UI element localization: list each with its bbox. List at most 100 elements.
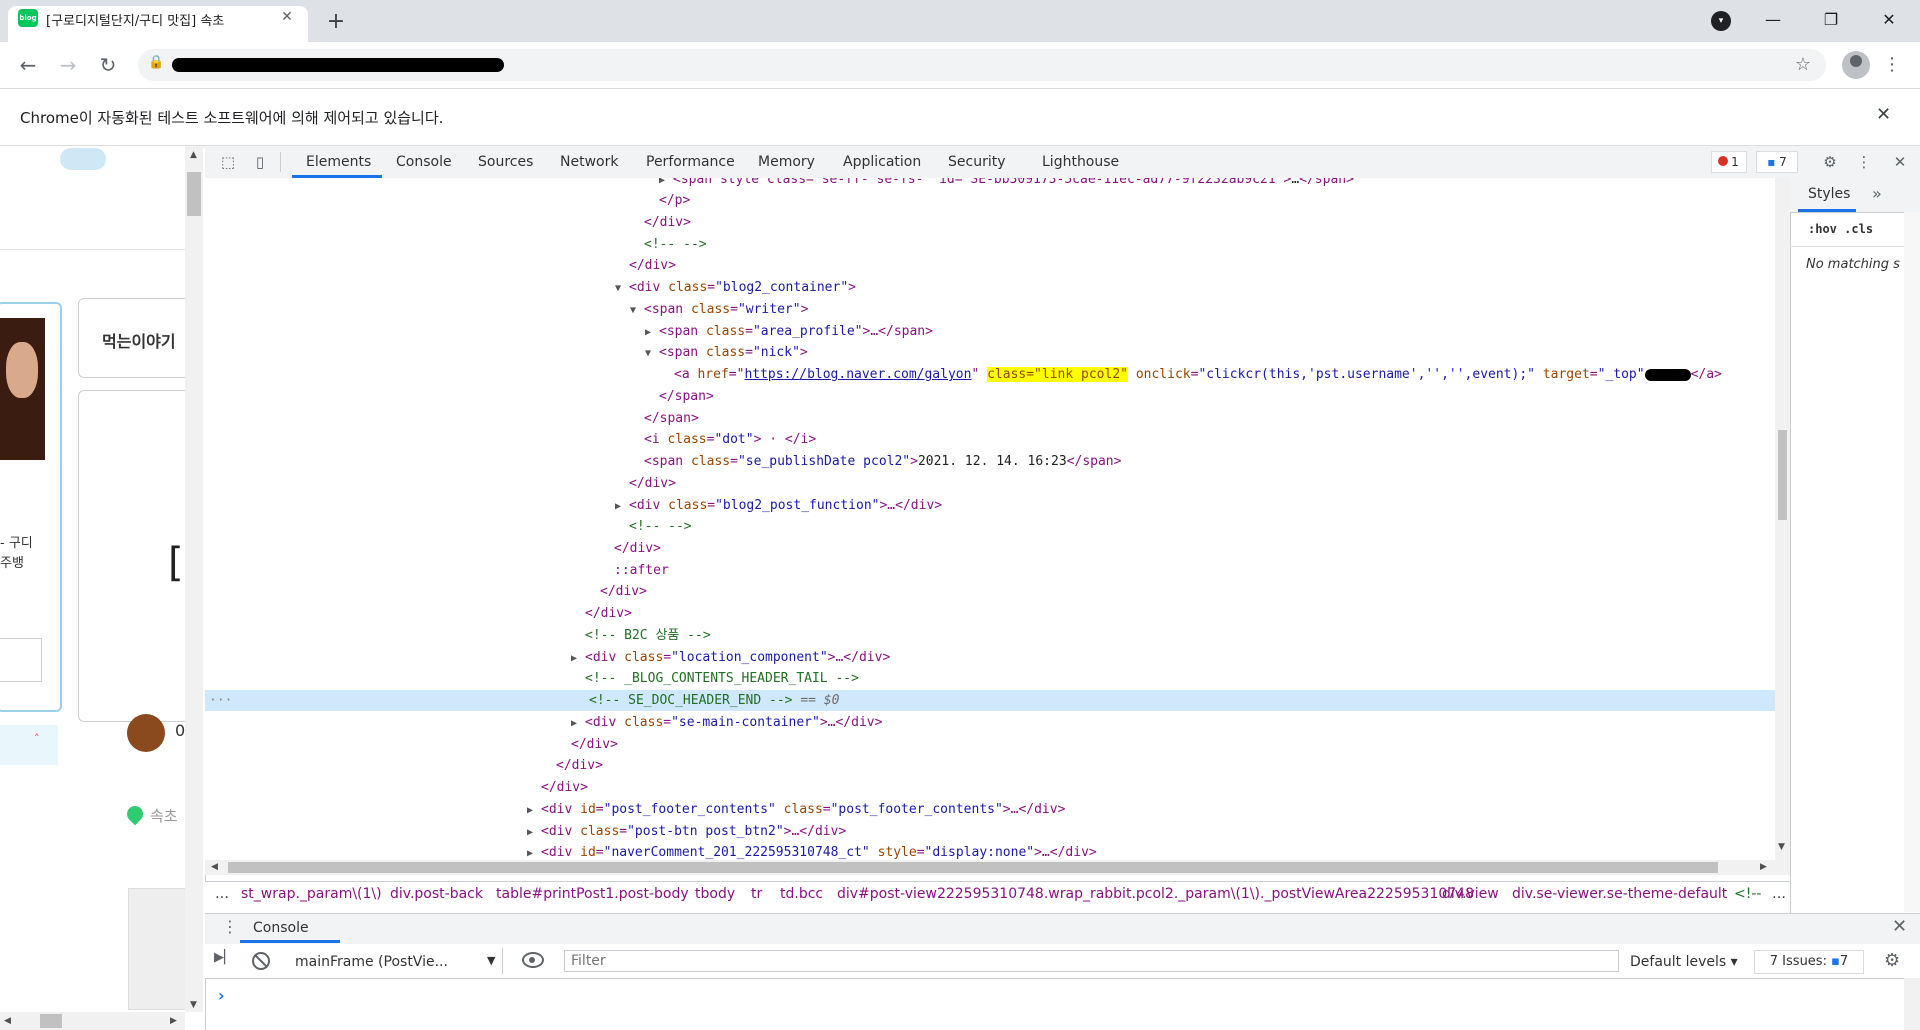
tree-line-26[interactable]: </div> <box>571 734 618 755</box>
tree-line-27[interactable]: </div> <box>556 755 603 776</box>
expand-triangle-icon[interactable]: ▶ <box>527 800 541 821</box>
tab-close-icon[interactable]: ✕ <box>276 6 298 28</box>
tree-line-1[interactable]: </p> <box>659 190 690 211</box>
reload-button[interactable]: ↻ <box>92 49 124 81</box>
tab-elements[interactable]: Elements <box>306 146 371 178</box>
expand-triangle-icon[interactable]: ▶ <box>615 496 629 517</box>
breadcrumb-ellipsis-right[interactable]: … <box>1772 886 1786 902</box>
tree-line-30[interactable]: ▶ <div class="post-btn post_btn2">…</div> <box>527 821 846 842</box>
tree-line-5[interactable]: ▼ <div class="blog2_container"> <box>615 277 856 298</box>
error-count-badge[interactable]: 1 <box>1711 151 1747 173</box>
page-vertical-scrollbar[interactable] <box>185 146 203 1012</box>
scroll-down-arrow-icon[interactable]: ▼ <box>190 1000 197 1010</box>
tree-line-0[interactable]: ▶ <span style class="se-ff- se-fs-" id="S… <box>659 178 1354 190</box>
browser-menu-icon[interactable]: ⋮ <box>1882 51 1902 79</box>
tab-network[interactable]: Network <box>560 146 618 178</box>
message-count-badge[interactable]: ▪ 7 <box>1756 151 1798 173</box>
tree-horizontal-scroll-thumb[interactable] <box>228 862 1718 873</box>
breadcrumb-item[interactable]: div.se-viewer.se-theme-default <box>1512 886 1727 902</box>
tree-line-8[interactable]: ▼ <span class="nick"> <box>645 342 808 363</box>
tree-line-7[interactable]: ▶ <span class="area_profile">…</span> <box>645 321 933 342</box>
tree-line-2[interactable]: </div> <box>644 212 691 233</box>
breadcrumb-item[interactable]: st_wrap._param\(1\) <box>241 886 382 902</box>
collapse-triangle-icon[interactable]: ▼ <box>630 300 644 321</box>
tree-line-24-dots[interactable]: ··· <box>205 690 589 711</box>
tab-styles[interactable]: Styles <box>1808 186 1850 202</box>
more-tabs-chevron-icon[interactable]: » <box>1872 184 1882 203</box>
tab-console[interactable]: Console <box>396 146 452 178</box>
location-text[interactable]: 속초 <box>150 805 178 826</box>
tree-line-23[interactable]: <!-- _BLOG_CONTENTS_HEADER_TAIL --> <box>585 668 859 689</box>
console-prompt-icon[interactable]: › <box>218 986 225 1005</box>
breadcrumb-item[interactable]: <!-- <box>1734 886 1761 902</box>
styles-scrollbar[interactable] <box>1904 212 1920 912</box>
page-horizontal-scrollbar[interactable] <box>0 1012 185 1030</box>
collapse-triangle-icon[interactable]: ▼ <box>645 343 659 364</box>
tree-line-16[interactable]: <!-- --> <box>629 516 692 537</box>
tab-memory[interactable]: Memory <box>758 146 815 178</box>
tab-security[interactable]: Security <box>948 146 1006 178</box>
collapse-triangle-icon[interactable]: ▼ <box>615 278 629 299</box>
infobar-close-icon[interactable]: ✕ <box>1876 104 1891 125</box>
tree-line-14[interactable]: </div> <box>629 473 676 494</box>
tree-line-21[interactable]: <!-- B2C 상품 --> <box>585 625 711 646</box>
devtools-close-icon[interactable]: ✕ <box>1888 150 1912 174</box>
tree-line-29[interactable]: ▶ <div id="post_footer_contents" class="p… <box>527 799 1065 820</box>
inspect-element-icon[interactable]: ⬚ <box>216 150 240 174</box>
tree-line-28[interactable]: </div> <box>541 777 588 798</box>
tree-scroll-down-icon[interactable]: ▼ <box>1778 842 1785 852</box>
close-window-button[interactable]: ✕ <box>1860 0 1918 40</box>
tree-line-9-href-link[interactable]: https://blog.naver.com/galyon <box>744 367 971 382</box>
cls-toggle[interactable]: .cls <box>1844 222 1873 236</box>
page-input-box[interactable] <box>0 638 42 682</box>
tree-line-25[interactable]: ▶ <div class="se-main-container">…</div> <box>571 712 882 733</box>
back-button[interactable]: ← <box>12 49 44 81</box>
breadcrumb-ellipsis-left[interactable]: … <box>215 886 229 902</box>
page-vertical-scroll-thumb[interactable] <box>187 172 201 216</box>
tree-scroll-left-icon[interactable]: ◀ <box>211 862 218 872</box>
writer-avatar[interactable] <box>127 714 165 752</box>
drawer-tab-console[interactable]: Console <box>253 920 309 936</box>
tree-line-4[interactable]: </div> <box>629 255 676 276</box>
breadcrumb-item[interactable]: div.view <box>1442 886 1499 902</box>
restore-button[interactable]: ❐ <box>1802 0 1860 40</box>
breadcrumb-item[interactable]: div.post-back <box>390 886 483 902</box>
tree-vertical-scroll-thumb[interactable] <box>1778 430 1787 520</box>
tree-line-24-selected[interactable]: ··· <!-- SE_DOC_HEADER_END --> == $0 <box>205 690 1775 711</box>
tree-line-18[interactable]: ::after <box>614 560 669 581</box>
scroll-left-arrow-icon[interactable]: ◀ <box>4 1016 11 1026</box>
issues-button[interactable]: 7 Issues: ▪7 <box>1754 950 1864 974</box>
expand-triangle-icon[interactable]: ▶ <box>527 822 541 843</box>
tab-application[interactable]: Application <box>843 146 921 178</box>
bookmark-star-icon[interactable]: ☆ <box>1790 52 1816 78</box>
device-toolbar-icon[interactable]: ▯ <box>248 150 272 174</box>
console-settings-icon[interactable]: ⚙ <box>1884 950 1900 971</box>
tree-scroll-right-icon[interactable]: ▶ <box>1760 862 1767 872</box>
tab-lighthouse[interactable]: Lighthouse <box>1042 146 1119 178</box>
hov-toggle[interactable]: :hov <box>1808 222 1837 236</box>
tab-sources[interactable]: Sources <box>478 146 533 178</box>
breadcrumb-item[interactable]: table#printPost1.post-body <box>496 886 689 902</box>
tree-line-10[interactable]: </span> <box>659 386 714 407</box>
collapse-strip[interactable] <box>0 725 58 765</box>
tree-line-15[interactable]: ▶ <div class="blog2_post_function">…</div… <box>615 495 942 516</box>
map-thumbnail[interactable] <box>128 888 187 1010</box>
breadcrumb-item[interactable]: div#post-view222595310748.wrap_rabbit.pc… <box>837 886 1474 902</box>
breadcrumb-item[interactable]: td.bcc <box>780 886 823 902</box>
console-sidebar-icon[interactable]: ▶▏ <box>214 950 234 970</box>
console-filter-input[interactable] <box>564 950 1619 972</box>
tree-line-3[interactable]: <!-- --> <box>644 234 707 255</box>
breadcrumb-item[interactable]: tbody <box>695 886 735 902</box>
lock-icon[interactable]: 🔒 <box>148 55 164 71</box>
expand-triangle-icon[interactable]: ▶ <box>571 713 585 734</box>
tab-performance[interactable]: Performance <box>646 146 735 178</box>
console-scrollbar[interactable] <box>1904 978 1920 1030</box>
tree-line-22[interactable]: ▶ <div class="location_component">…</div> <box>571 647 890 668</box>
tab-search-icon[interactable]: ▾ <box>1711 11 1731 31</box>
tree-line-13[interactable]: <span class="se_publishDate pcol2">2021.… <box>644 451 1121 472</box>
forward-button[interactable]: → <box>52 49 84 81</box>
scroll-right-arrow-icon[interactable]: ▶ <box>170 1016 177 1026</box>
devtools-more-icon[interactable]: ⋮ <box>1852 150 1876 174</box>
breadcrumb-item[interactable]: tr <box>751 886 762 902</box>
minimize-button[interactable]: — <box>1744 0 1802 40</box>
